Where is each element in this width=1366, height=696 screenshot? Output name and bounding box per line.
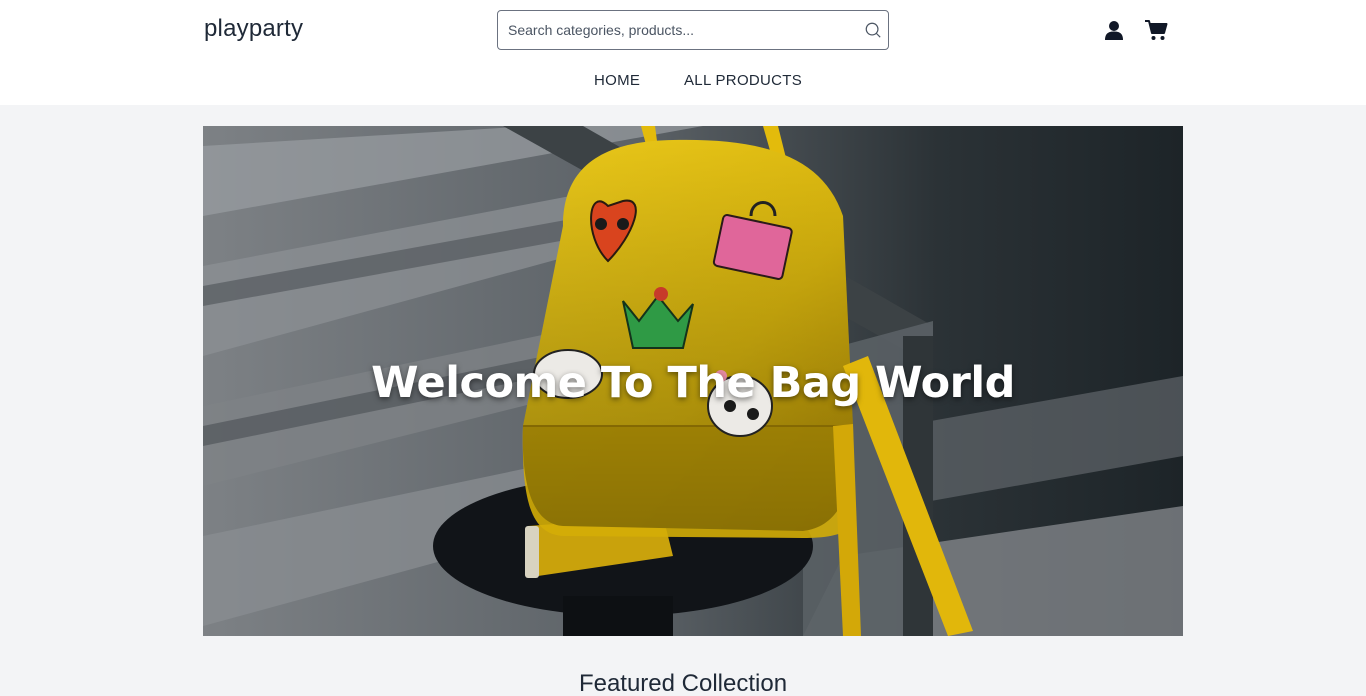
featured-collection-title: Featured Collection: [578, 670, 788, 696]
search-input[interactable]: [498, 11, 838, 49]
search-bar: [497, 10, 889, 50]
nav-all-products-link[interactable]: ALL PRODUCTS: [684, 72, 802, 89]
nav-home-link[interactable]: HOME: [594, 72, 640, 89]
user-icon[interactable]: [1103, 19, 1125, 41]
cart-icon[interactable]: [1144, 19, 1168, 41]
site-header: playparty HOME ALL PRODUCTS: [0, 0, 1366, 105]
search-icon[interactable]: [864, 21, 882, 39]
hero-title: Welcome To The Bag World: [371, 358, 1015, 408]
site-logo[interactable]: playparty: [204, 15, 303, 43]
